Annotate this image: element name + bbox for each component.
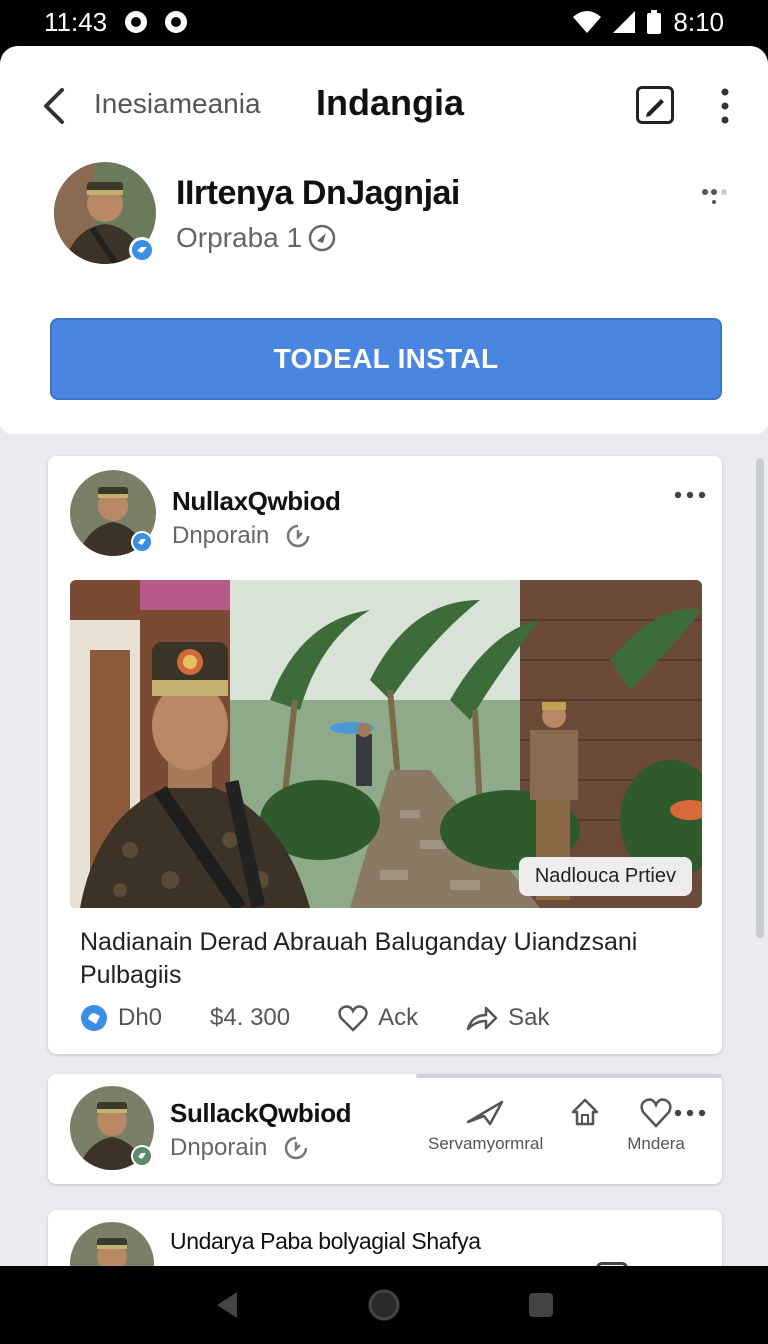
heart-action[interactable]: Ack [338, 1004, 418, 1032]
post-image[interactable]: Nadlouca Prtiev [70, 580, 702, 908]
heart-icon [338, 1005, 368, 1032]
clock-icon [285, 1136, 308, 1160]
heart-icon [640, 1098, 672, 1128]
post-sub-text: Dnporain [172, 522, 270, 549]
more-icon[interactable] [700, 186, 732, 208]
share-action[interactable]: Sak [466, 1004, 549, 1032]
post-actions: Dh0 $4. 300 Ack Sak [80, 1004, 597, 1032]
post-more-icon[interactable] [674, 490, 706, 500]
heart-label: Ack [378, 1004, 419, 1031]
post-author[interactable]: Undarya Paba bolyagial Shafya [170, 1228, 481, 1255]
profile-subtitle: Orpraba 1 [176, 222, 336, 254]
favorite-label: Mndera [627, 1134, 685, 1153]
back-arrow-icon[interactable] [38, 84, 70, 128]
share-icon [466, 1006, 498, 1031]
home-icon [572, 1098, 599, 1126]
like-count: Dh0 [118, 1004, 163, 1031]
status-bar: 11:43 8:10 [0, 0, 768, 44]
battery-icon [647, 10, 662, 34]
author-avatar[interactable] [70, 1222, 154, 1266]
install-button[interactable]: TODEAL INSTAL [50, 318, 722, 400]
send-label: Servamyormral [428, 1134, 544, 1153]
post-card: Undarya Paba bolyagial Shafya [48, 1210, 722, 1266]
back-triangle-icon[interactable] [213, 1290, 241, 1320]
post-text: Nadianain Derad Abrauah Baluganday Uiand… [80, 928, 638, 989]
plane-icon [466, 1100, 503, 1126]
home-circle-icon[interactable] [367, 1288, 401, 1322]
signal-icon [613, 11, 636, 33]
status-badge-icon [131, 1145, 153, 1167]
author-avatar[interactable] [70, 1086, 154, 1170]
more-vert-icon[interactable] [716, 88, 734, 124]
system-nav-bar [0, 1266, 768, 1344]
profile-sub-text: Orpraba 1 [176, 222, 303, 253]
location-icon [308, 224, 336, 252]
favorite-action[interactable]: Mndera [627, 1096, 685, 1154]
quick-actions: Servamyormral Mndera [428, 1096, 685, 1154]
send-action[interactable]: Servamyormral [428, 1096, 543, 1154]
post-sub-text: Dnporain [170, 1134, 268, 1161]
price-label: $4. 300 [210, 1004, 291, 1031]
app-subtitle: Inesiameania [94, 88, 261, 119]
share-label: Sak [508, 1004, 550, 1031]
scrollbar[interactable] [756, 458, 764, 938]
post-more-icon[interactable] [674, 1108, 706, 1118]
clock-icon [287, 524, 310, 548]
post-subtitle: Dnporain [172, 522, 311, 550]
post-card: SullackQwbiod Dnporain Servamyormral Mnd… [48, 1074, 722, 1184]
like-action[interactable]: Dh0 [80, 1004, 162, 1032]
page-title: Indangia [316, 82, 465, 123]
progress-track [416, 1074, 722, 1078]
profile-name: IIrtenya DnJagnjai [176, 174, 460, 212]
post-subtitle: Dnporain [170, 1134, 309, 1162]
app-screen: Inesiameania Indangia IIrtenya DnJagnjai… [0, 46, 768, 1266]
like-badge-icon [81, 1005, 107, 1031]
post-author[interactable]: SullackQwbiod [170, 1098, 352, 1129]
price-action[interactable]: $4. 300 [210, 1004, 290, 1032]
edit-icon[interactable] [636, 86, 674, 124]
post-card: NullaxQwbiod Dnporain Nadlouca Prtiev Na… [48, 456, 722, 1054]
author-avatar[interactable] [70, 470, 156, 556]
shield-icon [165, 11, 188, 33]
home-action[interactable] [569, 1096, 601, 1154]
recents-square-icon[interactable] [527, 1291, 555, 1319]
app-bar: Inesiameania Indangia [0, 74, 768, 138]
notification-icon [125, 11, 148, 33]
image-location-chip[interactable]: Nadlouca Prtiev [518, 857, 692, 896]
profile-avatar[interactable] [54, 162, 156, 264]
profile-header: Inesiameania Indangia IIrtenya DnJagnjai… [0, 46, 768, 434]
battery-time: 8:10 [673, 6, 724, 37]
wifi-icon [573, 11, 602, 33]
status-time: 11:43 [44, 6, 108, 37]
verified-badge-icon [129, 237, 155, 263]
post-author[interactable]: NullaxQwbiod [172, 486, 341, 517]
verified-badge-icon [131, 531, 153, 553]
